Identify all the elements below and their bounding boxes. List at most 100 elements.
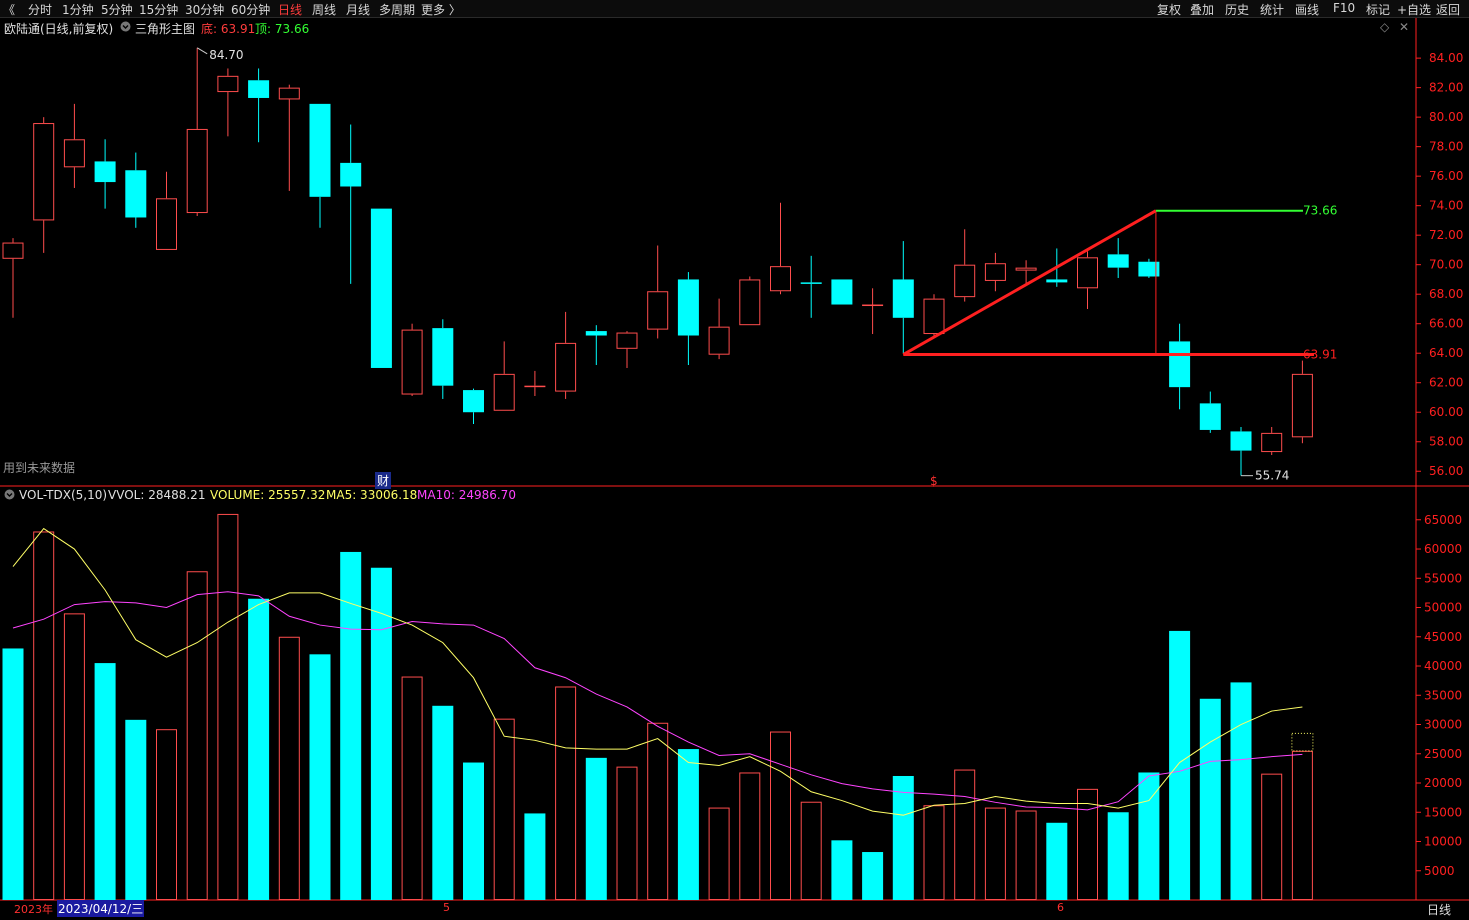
candle-body [984, 263, 1006, 281]
volume-bar [94, 663, 116, 900]
month-5-label: 5 [443, 901, 450, 914]
candle-body [1015, 267, 1037, 271]
volume-bar [739, 772, 761, 901]
volume-bar [1291, 750, 1313, 901]
volume-bar [1230, 682, 1252, 900]
volume-tick-label: 45000 [1424, 630, 1462, 644]
volume-chevron-icon[interactable] [4, 489, 15, 503]
volume-bar [186, 571, 208, 900]
candle-body [370, 208, 392, 368]
candle-body [401, 329, 423, 395]
volume-tick-label: 65000 [1424, 513, 1462, 527]
candle-body [432, 328, 454, 386]
volume-bar [493, 718, 515, 901]
candle-body [555, 342, 577, 392]
triangle-upper-line [902, 209, 1157, 356]
volume-bar [401, 676, 423, 901]
volume-bar [156, 729, 177, 900]
volume-bar [708, 807, 730, 900]
volume-bar [125, 719, 147, 900]
candle-body [463, 390, 484, 413]
candle-body [309, 103, 331, 197]
candle-body [892, 279, 914, 318]
diamond-icon[interactable]: ◇ [1380, 20, 1389, 34]
volume-tick-label: 60000 [1424, 542, 1462, 556]
candle-body [94, 161, 116, 183]
price-tick-label: 84.00 [1429, 51, 1463, 65]
date-cursor: 2023/04/12/三 [57, 900, 145, 917]
ma5-value: MA5: 33006.18 [326, 488, 418, 502]
volume-bar [923, 805, 945, 900]
volume-tick-label: 35000 [1424, 688, 1462, 702]
volume-info: VOL-TDX(5,10) VVOL: 28488.21 VOLUME: 255… [0, 487, 1400, 503]
candle-body [2, 242, 24, 259]
volume-bar [647, 722, 669, 901]
ma10-value: MA10: 24986.70 [417, 488, 516, 502]
year-label: 2023年 [14, 903, 53, 916]
volume-bar [1169, 630, 1191, 900]
candle-body [63, 139, 85, 168]
chart-canvas: 84.00 82.00 80.00 78.00 76.00 74.00 72.00 70.00… [0, 18, 1469, 901]
candle-body [739, 279, 761, 326]
candle-body [1046, 279, 1068, 283]
candle-body [1107, 254, 1129, 268]
daily-period-button[interactable]: 日线 [1427, 901, 1451, 918]
bottom-value-text: 63.91 [1303, 348, 1337, 362]
price-tick-label: 74.00 [1429, 199, 1463, 213]
candle-body [800, 282, 822, 284]
volume-tick-label: 10000 [1424, 835, 1462, 849]
close-icon[interactable]: ✕ [1399, 20, 1409, 34]
candle-body [1230, 431, 1252, 451]
volume-bar [463, 762, 484, 900]
price-tick-label: 66.00 [1429, 317, 1463, 331]
candle-body [217, 75, 239, 93]
volume-bar [2, 648, 24, 900]
candle-body [493, 373, 515, 411]
volume-bar [862, 852, 884, 900]
high-label: 84.70 [209, 48, 243, 62]
price-tick-label: 68.00 [1429, 287, 1463, 301]
volume-tick-label: 55000 [1424, 571, 1462, 585]
volume-bar [677, 749, 699, 900]
top-value-text: 73.66 [1303, 204, 1337, 218]
candle-body [862, 304, 884, 307]
volume-indicator-name[interactable]: VOL-TDX(5,10) [19, 488, 107, 502]
candle-body [1169, 341, 1191, 388]
high-pointer [196, 47, 208, 55]
price-tick-label: 58.00 [1429, 435, 1463, 449]
candle-body [156, 198, 177, 250]
price-tick-label: 76.00 [1429, 169, 1463, 183]
candle-body [524, 385, 546, 388]
volume-bar [800, 801, 822, 900]
volume-bar [831, 840, 853, 900]
volume-tick-label: 50000 [1424, 601, 1462, 615]
volume-bar [309, 654, 331, 900]
volume-bar [370, 567, 392, 900]
volume-bar [248, 598, 270, 900]
low-label: 55.74 [1255, 469, 1289, 483]
candle-body [647, 291, 669, 330]
candle-body [340, 162, 362, 187]
vvol-value: VVOL: 28488.21 [108, 488, 206, 502]
volume-bar [555, 686, 577, 900]
time-axis: 2023年 2023/04/12/三 5 6 日线 [0, 900, 1469, 920]
volume-tick-label: 15000 [1424, 805, 1462, 819]
candle-body [1291, 373, 1313, 438]
price-tick-label: 70.00 [1429, 258, 1463, 272]
volume-bar [524, 813, 546, 900]
dividend-marker[interactable]: $ [930, 474, 938, 488]
candle-body [831, 279, 853, 305]
volume-bar [1261, 773, 1283, 901]
volume-bar [1107, 812, 1129, 900]
candle-body [677, 279, 699, 336]
volume-bar [63, 613, 85, 900]
candle-body [954, 264, 976, 298]
month-6-label: 6 [1057, 901, 1064, 914]
price-tick-label: 56.00 [1429, 464, 1463, 478]
future-data-note: 用到未来数据 [3, 461, 76, 475]
price-tick-label: 80.00 [1429, 110, 1463, 124]
volume-tick-label: 20000 [1424, 776, 1462, 790]
price-tick-label: 82.00 [1429, 81, 1463, 95]
volume-tick-label: 25000 [1424, 747, 1462, 761]
candle-body [923, 298, 945, 335]
